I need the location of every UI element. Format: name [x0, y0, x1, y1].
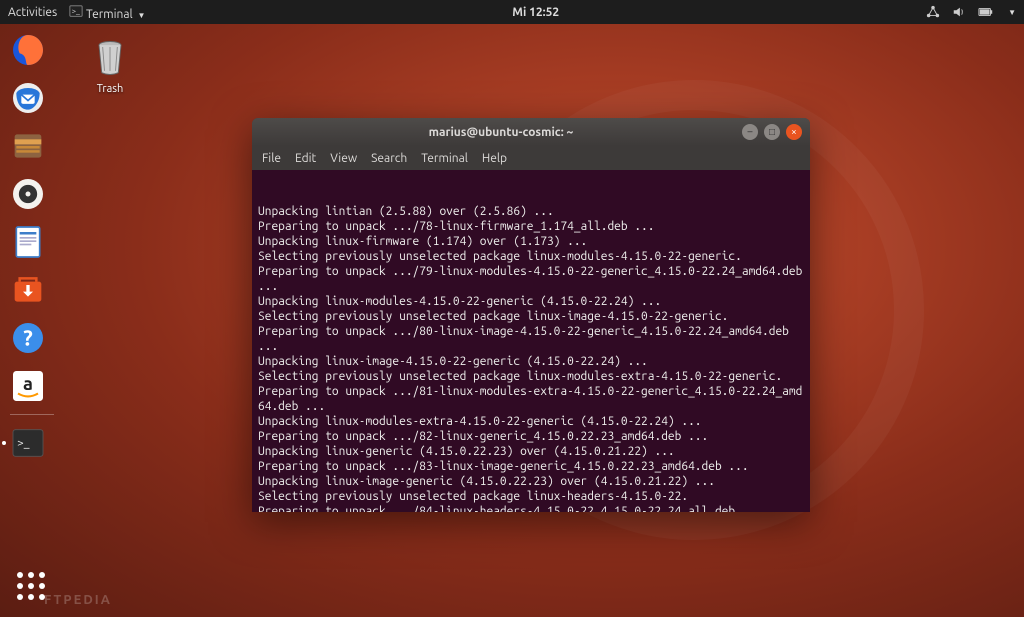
dock-amazon[interactable]: a	[6, 364, 50, 408]
dock-thunderbird[interactable]	[6, 76, 50, 120]
top-panel: Activities >_ Terminal ▼ Mi 12:52 ▼	[0, 0, 1024, 24]
software-icon	[8, 270, 48, 310]
terminal-line: Unpacking lintian (2.5.88) over (2.5.86)…	[258, 204, 804, 219]
terminal-line: Preparing to unpack .../83-linux-image-g…	[258, 459, 804, 474]
svg-text:a: a	[23, 374, 33, 394]
terminal-line: Preparing to unpack .../82-linux-generic…	[258, 429, 804, 444]
terminal-icon: >_	[8, 423, 48, 463]
window-titlebar[interactable]: marius@ubuntu-cosmic: ~ – □ ×	[252, 118, 810, 146]
dock-terminal[interactable]: >_	[6, 421, 50, 465]
watermark-text: FTPEDIA	[44, 593, 112, 607]
menu-help[interactable]: Help	[482, 152, 507, 165]
battery-icon[interactable]	[978, 5, 994, 19]
desktop-trash[interactable]: Trash	[80, 36, 140, 95]
chevron-down-icon: ▼	[137, 11, 145, 20]
window-minimize-button[interactable]: –	[742, 124, 758, 140]
trash-label: Trash	[80, 83, 140, 95]
activities-button[interactable]: Activities	[8, 6, 57, 19]
svg-text:>_: >_	[17, 436, 30, 449]
terminal-menubar: File Edit View Search Terminal Help	[252, 146, 810, 170]
svg-text:?: ?	[23, 327, 33, 351]
firefox-icon	[8, 30, 48, 70]
terminal-line: Preparing to unpack .../79-linux-modules…	[258, 264, 804, 294]
dock-separator	[10, 414, 54, 415]
window-title: marius@ubuntu-cosmic: ~	[260, 126, 742, 139]
dock-writer[interactable]	[6, 220, 50, 264]
menu-file[interactable]: File	[262, 152, 281, 165]
terminal-line: Preparing to unpack .../80-linux-image-4…	[258, 324, 804, 354]
writer-icon	[8, 222, 48, 262]
terminal-line: Unpacking linux-firmware (1.174) over (1…	[258, 234, 804, 249]
terminal-line: Preparing to unpack .../84-linux-headers…	[258, 504, 804, 512]
menu-edit[interactable]: Edit	[295, 152, 316, 165]
terminal-line: Unpacking linux-image-generic (4.15.0.22…	[258, 474, 804, 489]
terminal-line: Preparing to unpack .../81-linux-modules…	[258, 384, 804, 414]
terminal-line: Unpacking linux-image-4.15.0-22-generic …	[258, 354, 804, 369]
window-maximize-button[interactable]: □	[764, 124, 780, 140]
menu-search[interactable]: Search	[371, 152, 407, 165]
terminal-indicator-icon: >_	[69, 4, 83, 18]
dock-help[interactable]: ?	[6, 316, 50, 360]
menu-view[interactable]: View	[330, 152, 357, 165]
terminal-line: Selecting previously unselected package …	[258, 489, 804, 504]
dock-files[interactable]	[6, 124, 50, 168]
terminal-line: Unpacking linux-modules-extra-4.15.0-22-…	[258, 414, 804, 429]
amazon-icon: a	[8, 366, 48, 406]
rhythmbox-icon	[8, 174, 48, 214]
thunderbird-icon	[8, 78, 48, 118]
network-icon[interactable]	[926, 5, 940, 19]
app-menu[interactable]: >_ Terminal ▼	[69, 4, 145, 21]
terminal-line: Selecting previously unselected package …	[258, 369, 804, 384]
terminal-output[interactable]: Unpacking lintian (2.5.88) over (2.5.86)…	[252, 170, 810, 512]
window-close-button[interactable]: ×	[786, 124, 802, 140]
app-menu-label: Terminal	[86, 8, 133, 21]
trash-icon	[88, 36, 132, 80]
terminal-line: Preparing to unpack .../78-linux-firmwar…	[258, 219, 804, 234]
dock-launcher: ? a >_	[6, 28, 58, 465]
menu-terminal[interactable]: Terminal	[421, 152, 468, 165]
dock-software[interactable]	[6, 268, 50, 312]
dock-rhythmbox[interactable]	[6, 172, 50, 216]
dock-firefox[interactable]	[6, 28, 50, 72]
system-menu-chevron-icon[interactable]: ▼	[1008, 8, 1016, 17]
terminal-line: Unpacking linux-generic (4.15.0.22.23) o…	[258, 444, 804, 459]
terminal-line: Selecting previously unselected package …	[258, 309, 804, 324]
terminal-window: marius@ubuntu-cosmic: ~ – □ × File Edit …	[252, 118, 810, 512]
svg-text:>_: >_	[72, 7, 80, 15]
help-icon: ?	[8, 318, 48, 358]
terminal-line: Selecting previously unselected package …	[258, 249, 804, 264]
volume-icon[interactable]	[952, 5, 966, 19]
terminal-line: Unpacking linux-modules-4.15.0-22-generi…	[258, 294, 804, 309]
panel-clock[interactable]: Mi 12:52	[145, 6, 926, 19]
files-icon	[8, 126, 48, 166]
